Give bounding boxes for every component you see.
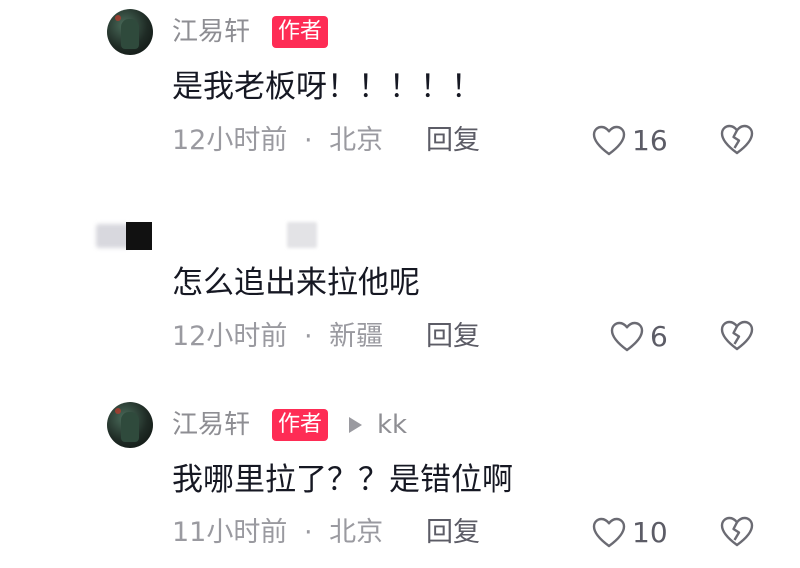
reply-arrow-icon bbox=[349, 417, 362, 433]
comment-time: 12小时前 bbox=[172, 321, 288, 352]
comment-location: 北京 bbox=[329, 125, 384, 156]
avatar[interactable] bbox=[96, 218, 158, 254]
like-button[interactable]: 16 bbox=[592, 121, 668, 161]
comment-meta: 12小时前 · 北京 bbox=[172, 124, 383, 158]
author-badge: 作者 bbox=[272, 16, 329, 48]
heart-outline-icon bbox=[610, 321, 644, 352]
comment-meta: 12小时前 · 新疆 bbox=[172, 320, 383, 354]
comment-text: 怎么追出来拉他呢 bbox=[172, 265, 420, 301]
like-count: 6 bbox=[650, 320, 668, 353]
broken-heart-icon[interactable] bbox=[720, 123, 754, 157]
reply-button[interactable]: 回复 bbox=[426, 124, 480, 158]
heart-outline-icon bbox=[592, 125, 626, 156]
like-button[interactable]: 10 bbox=[592, 513, 668, 553]
broken-heart-icon[interactable] bbox=[720, 319, 754, 353]
like-button[interactable]: 6 bbox=[610, 317, 668, 357]
comment-time: 11小时前 bbox=[172, 517, 288, 548]
comment-location: 新疆 bbox=[329, 321, 384, 352]
reply-button[interactable]: 回复 bbox=[426, 320, 480, 354]
avatar[interactable] bbox=[107, 9, 153, 55]
meta-separator: · bbox=[303, 125, 313, 156]
reply-to-username[interactable]: kk bbox=[377, 409, 407, 441]
username[interactable]: 江易轩 bbox=[172, 16, 250, 48]
author-badge: 作者 bbox=[272, 409, 329, 441]
comment-meta: 11小时前 · 北京 bbox=[172, 516, 383, 550]
comment-text: 我哪里拉了？？是错位啊 bbox=[172, 462, 513, 498]
meta-separator: · bbox=[303, 321, 313, 352]
avatar[interactable] bbox=[107, 402, 153, 448]
comment-time: 12小时前 bbox=[172, 125, 288, 156]
comment-location: 北京 bbox=[329, 517, 384, 548]
broken-heart-icon[interactable] bbox=[720, 515, 754, 549]
username[interactable]: 江易轩 bbox=[172, 409, 250, 441]
like-count: 10 bbox=[632, 516, 668, 549]
meta-separator: · bbox=[303, 517, 313, 548]
comment-text: 是我老板呀！！！！！ bbox=[172, 69, 482, 105]
like-count: 16 bbox=[632, 124, 668, 157]
heart-outline-icon bbox=[592, 517, 626, 548]
username-redacted[interactable] bbox=[287, 222, 317, 248]
comment-list: 江易轩 作者 是我老板呀！！！！！ 12小时前 · 北京 回复 16 怎么追出来… bbox=[0, 0, 800, 568]
reply-button[interactable]: 回复 bbox=[426, 516, 480, 550]
